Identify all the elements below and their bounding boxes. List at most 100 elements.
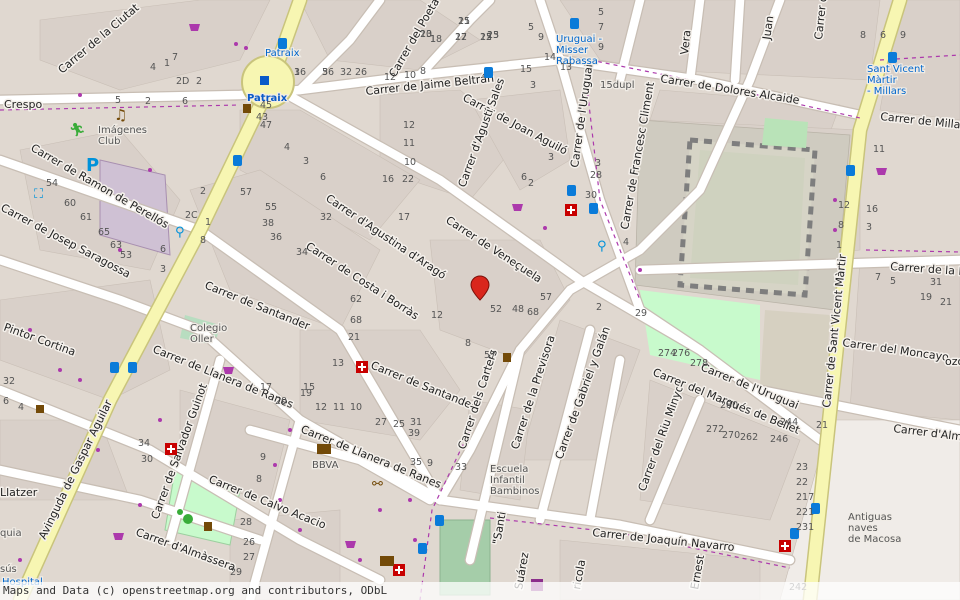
house-number: 22 (402, 174, 414, 185)
house-number: 29 (635, 308, 647, 319)
house-number: 2C (185, 210, 198, 221)
bank-atm-icon[interactable] (380, 556, 394, 566)
house-number: 13 (560, 62, 572, 73)
house-number: 28 (590, 170, 602, 181)
house-number: 55 (265, 202, 277, 213)
house-number: 2 (528, 178, 534, 189)
house-number: 68 (527, 307, 539, 318)
house-number: 8 (420, 66, 426, 77)
house-number: 6 (880, 30, 886, 41)
pharmacy-icon[interactable] (565, 204, 577, 216)
house-number: 10 (404, 157, 416, 168)
poi-sus-label: sús (0, 563, 17, 575)
house-number: 21 (940, 297, 952, 308)
house-number: 3 (303, 156, 309, 167)
house-number: 3 (548, 152, 554, 163)
house-number: 27 (243, 552, 255, 563)
svg-text:⛶: ⛶ (33, 187, 44, 202)
street-llatzer: Llatzer (0, 486, 38, 499)
parking-icon[interactable]: P (86, 155, 99, 176)
house-number: 28 (240, 517, 252, 528)
house-number: 11 (403, 138, 415, 149)
house-number: 27 (375, 417, 387, 428)
bus-stop-icon[interactable] (110, 362, 119, 373)
house-number: 35 (410, 457, 422, 468)
pharmacy-icon[interactable] (393, 564, 405, 576)
house-number: 48 (512, 304, 524, 315)
house-number: 43 (256, 112, 268, 123)
music-icon: ♫ (114, 106, 127, 124)
sports-icon: 🏃︎ (69, 122, 86, 138)
house-number: 3 (595, 158, 601, 169)
house-number: 30 (585, 190, 597, 201)
bicycle-rental-icon[interactable]: ⚲ (597, 239, 607, 254)
map-svg[interactable]: Crespo Carrer de la Ciutat Carrer del Po… (0, 0, 960, 600)
house-number: 2 (196, 76, 202, 87)
cafe-icon[interactable] (243, 104, 251, 113)
house-number: 30 (141, 454, 153, 465)
house-number: 9 (427, 458, 433, 469)
bus-stop-icon[interactable] (846, 165, 855, 176)
house-number: 45 (260, 100, 272, 111)
bus-stop-icon[interactable] (567, 185, 576, 196)
bus-stop-icon[interactable] (418, 543, 427, 554)
house-number: 8 (465, 338, 471, 349)
house-number: 5 (890, 276, 896, 287)
bench-icon (36, 405, 44, 413)
house-number: 31 (410, 417, 422, 428)
pharmacy-icon[interactable] (779, 540, 791, 552)
metro-icon[interactable] (260, 76, 269, 85)
house-number: 2 (200, 186, 206, 197)
house-number: 270 (722, 430, 740, 441)
house-number: 9 (538, 32, 544, 43)
house-number: 25 (480, 32, 492, 43)
bus-stop-icon[interactable] (589, 203, 598, 214)
house-number: 32 (320, 212, 332, 223)
house-number: 6 (3, 396, 9, 407)
bus-stop-icon[interactable] (435, 515, 444, 526)
bus-stop-icon[interactable] (278, 38, 287, 49)
house-number: 29 (230, 567, 242, 578)
house-number: 36 (270, 232, 282, 243)
house-number: 25 (393, 419, 405, 430)
house-number: 278 (690, 358, 708, 369)
bus-stop-icon[interactable] (128, 362, 137, 373)
house-number: 4 (284, 142, 290, 153)
cafe-icon[interactable] (503, 353, 511, 362)
house-number: 276 (672, 348, 690, 359)
house-number: 52 (490, 304, 502, 315)
house-number: 4 (18, 402, 24, 413)
bus-stop-icon[interactable] (484, 67, 493, 78)
pitch-small (762, 118, 808, 148)
house-number: 1 (430, 34, 436, 45)
house-number: 6 (521, 172, 527, 183)
map-canvas[interactable]: Crespo Carrer de la Ciutat Carrer del Po… (0, 0, 960, 600)
house-number: 26 (355, 67, 367, 78)
house-number: 4 (150, 62, 156, 73)
house-number: 16 (382, 174, 394, 185)
house-number: 11 (333, 402, 345, 413)
house-number: 12 (384, 72, 396, 83)
house-number: 16 (866, 204, 878, 215)
house-number: 26 (243, 537, 255, 548)
pharmacy-icon[interactable] (356, 361, 368, 373)
house-number: 54 (46, 178, 58, 189)
house-number: 2D (176, 76, 189, 87)
house-number: 11 (873, 144, 885, 155)
house-number: 62 (350, 294, 362, 305)
pharmacy-icon[interactable] (165, 443, 177, 455)
poi-bbva-label: BBVA (312, 460, 339, 471)
bank-icon[interactable] (317, 444, 331, 454)
bus-stop-icon[interactable] (888, 52, 897, 63)
house-number: 34 (138, 438, 150, 449)
bus-stop-icon[interactable] (233, 155, 242, 166)
svg-text:⚯: ⚯ (372, 477, 383, 492)
house-number: 13 (332, 358, 344, 369)
house-number: 1 (836, 240, 842, 251)
bicycle-rental-icon[interactable]: ⚲ (175, 225, 185, 240)
house-number: 272 (706, 424, 724, 435)
house-number: 12 (431, 310, 443, 321)
house-number: 33 (455, 462, 467, 473)
cafe-icon[interactable] (204, 522, 212, 531)
bus-stop-icon[interactable] (570, 18, 579, 29)
